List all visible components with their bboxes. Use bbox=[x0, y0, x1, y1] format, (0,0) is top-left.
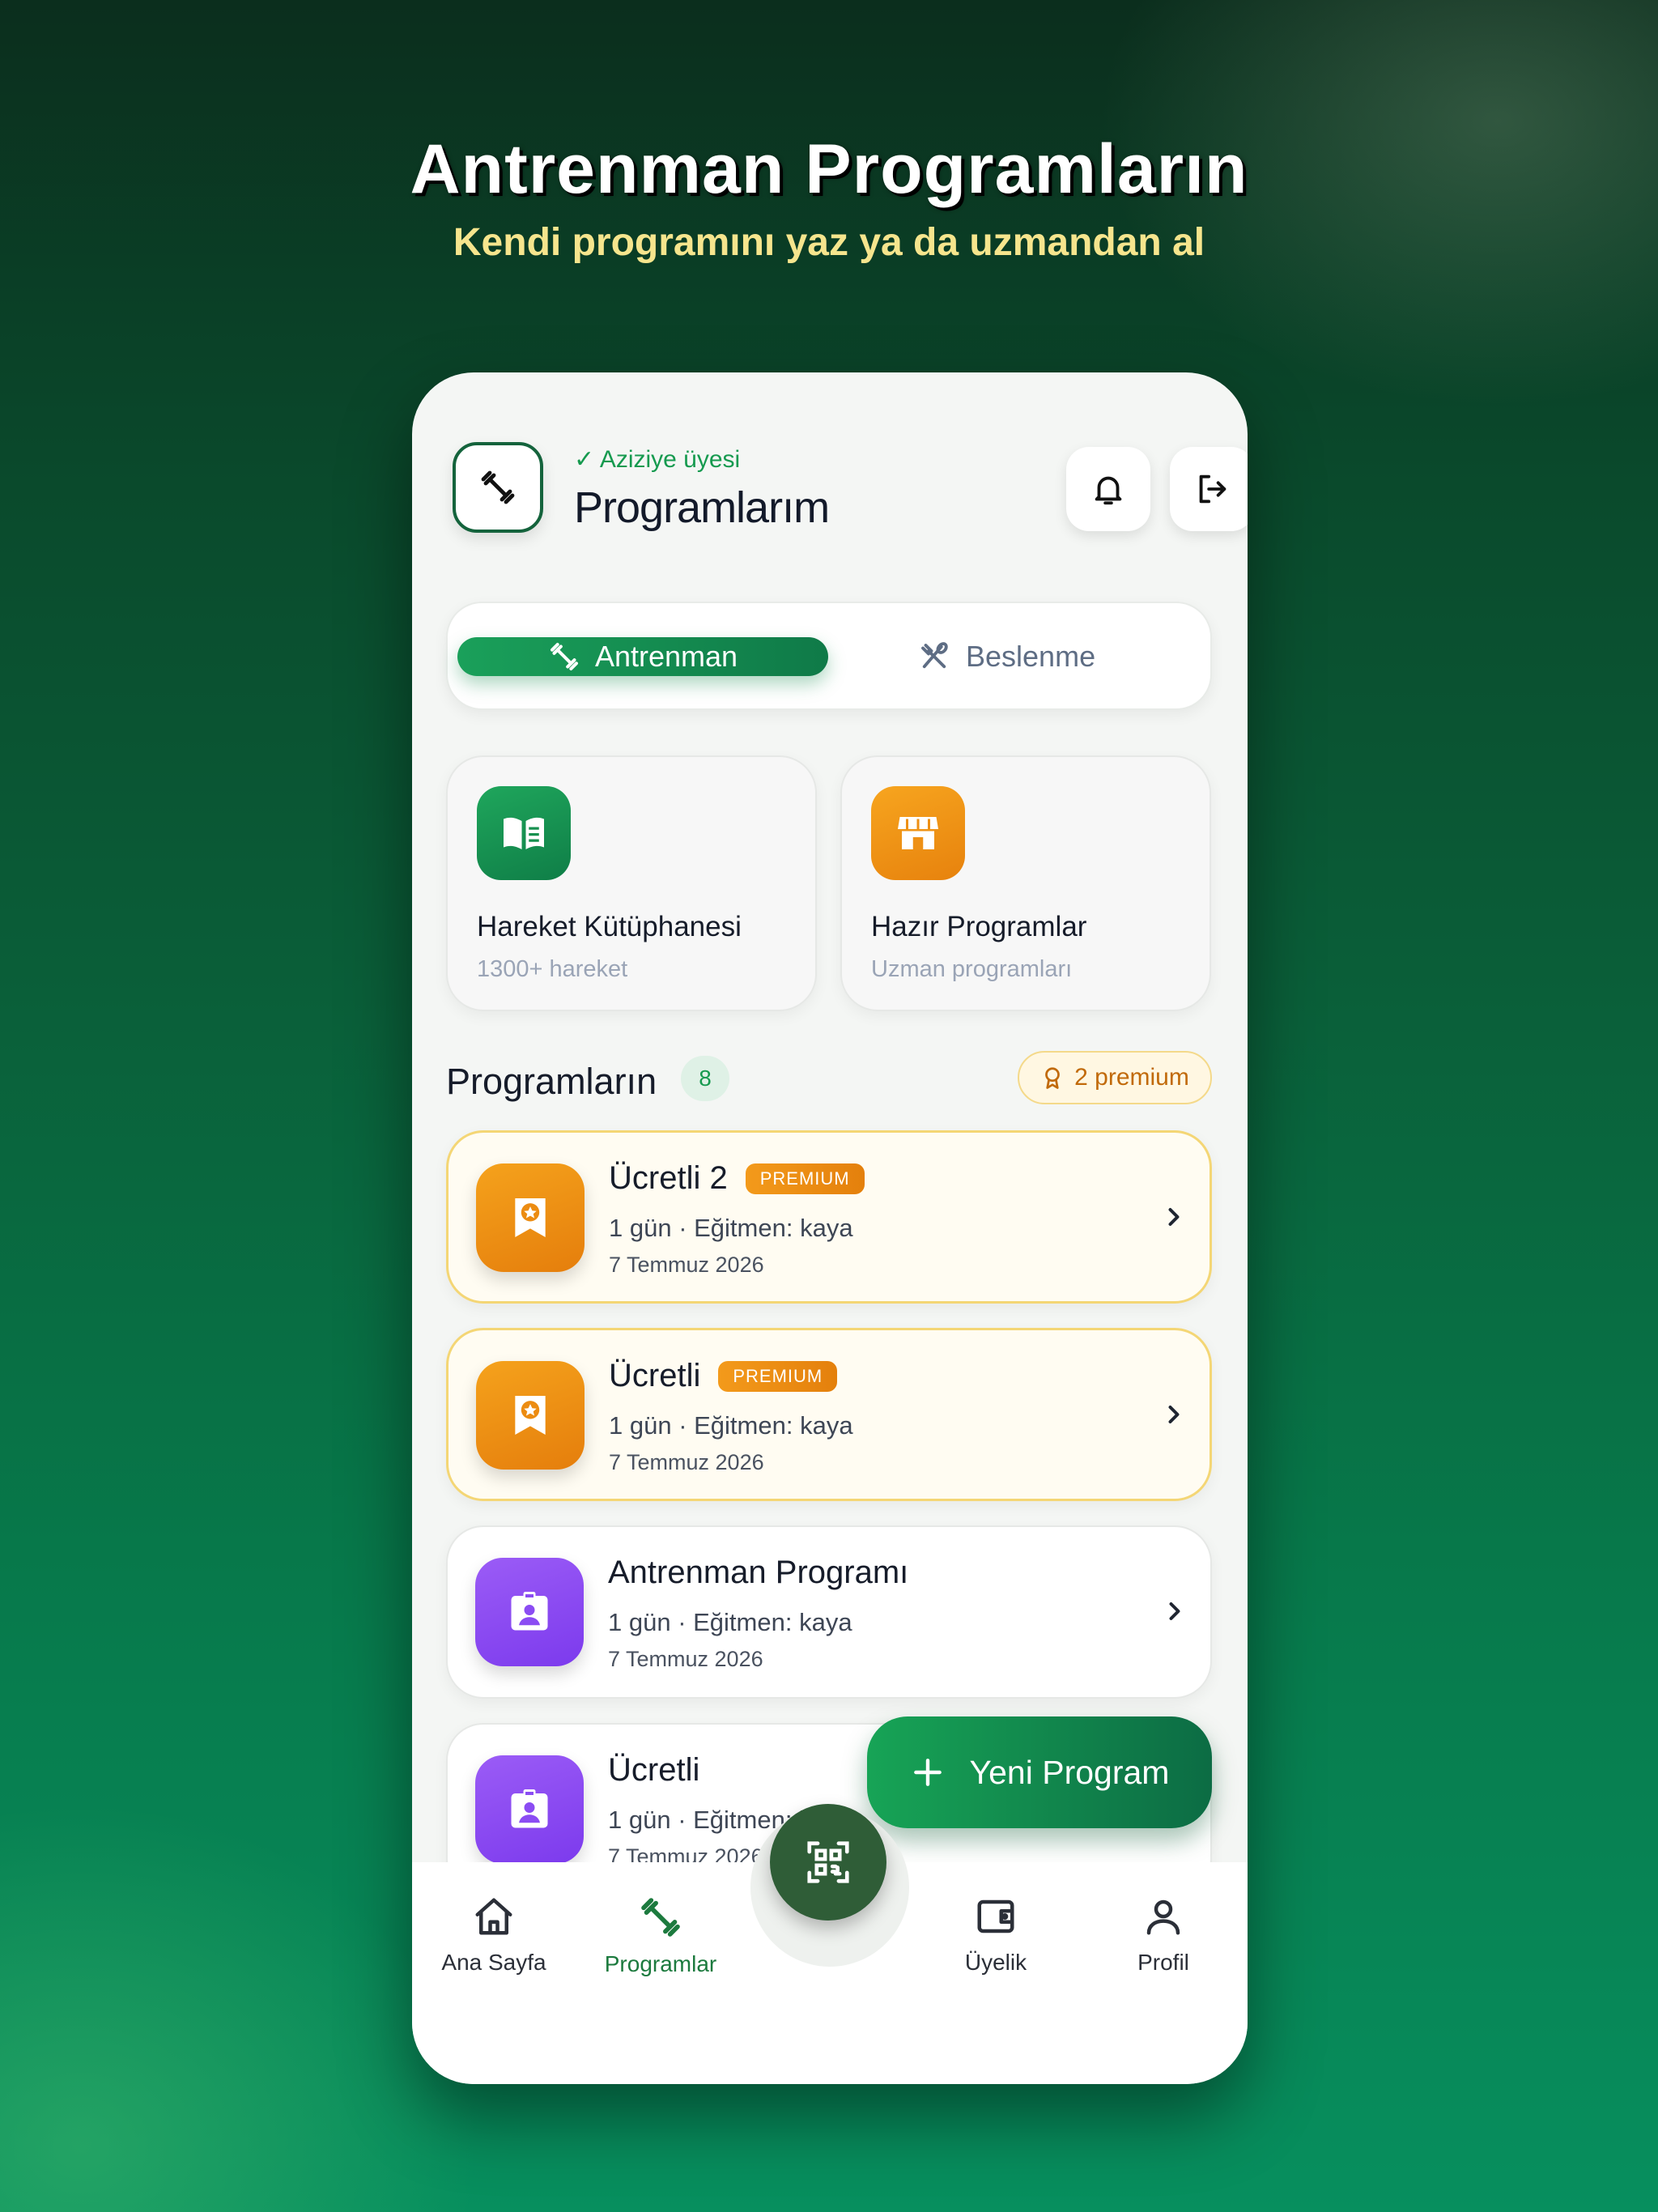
nav-label: Programlar bbox=[604, 1951, 717, 1976]
home-icon bbox=[475, 1898, 512, 1935]
app-logo bbox=[453, 442, 543, 533]
chevron-right-icon bbox=[1168, 1208, 1180, 1226]
tab-antrenman[interactable]: Antrenman bbox=[457, 637, 828, 676]
phone-screen: ✓ Aziziye üyesi Programlarım Antrenman B… bbox=[412, 372, 1248, 2084]
card-subtitle: 1300+ hareket bbox=[477, 956, 628, 982]
nav-label: Üyelik bbox=[964, 1950, 1027, 1975]
program-row[interactable]: Ücretli PREMIUM 1 gün · Eğitmen: kaya 7 … bbox=[446, 1328, 1212, 1501]
card-subtitle: Uzman programları bbox=[871, 956, 1073, 982]
program-meta: 1 gün · Eğitmen: kaya bbox=[608, 1608, 852, 1636]
program-title: Ücretli bbox=[608, 1752, 700, 1788]
nav-item-home[interactable]: Ana Sayfa bbox=[421, 1895, 567, 1976]
premium-chip-label: 2 premium bbox=[1074, 1064, 1189, 1091]
program-date: 7 Temmuz 2026 bbox=[609, 1253, 764, 1277]
award-icon bbox=[1045, 1067, 1061, 1089]
new-program-label: Yeni Program bbox=[969, 1753, 1170, 1791]
bell-icon bbox=[1095, 476, 1122, 505]
program-row[interactable]: Antrenman Programı 1 gün · Eğitmen: kaya… bbox=[446, 1525, 1212, 1699]
program-date: 7 Temmuz 2026 bbox=[609, 1450, 764, 1474]
nav-item-profile[interactable]: Profil bbox=[1090, 1895, 1236, 1976]
programs-section-title: Programların bbox=[446, 1061, 657, 1102]
program-title: Ücretli bbox=[609, 1358, 701, 1393]
program-row[interactable]: Ücretli 2 PREMIUM 1 gün · Eğitmen: kaya … bbox=[446, 1130, 1212, 1304]
new-program-button[interactable]: Yeni Program bbox=[867, 1716, 1212, 1828]
dumbbell-icon bbox=[550, 643, 578, 670]
program-title: Antrenman Programı bbox=[608, 1555, 909, 1590]
promo-headline: Antrenman Programların bbox=[410, 130, 1248, 208]
chevron-right-icon bbox=[1168, 1406, 1180, 1423]
qr-scan-button[interactable] bbox=[770, 1804, 886, 1921]
dumbbell-icon bbox=[481, 470, 515, 504]
premium-badge: PREMIUM bbox=[718, 1360, 838, 1392]
book-icon bbox=[477, 786, 571, 880]
logout-button[interactable] bbox=[1170, 447, 1248, 531]
promo-subheadline: Kendi programını yaz ya da uzmandan al bbox=[453, 221, 1205, 264]
nav-label: Profil bbox=[1137, 1950, 1189, 1975]
member-tag: ✓ Aziziye üyesi bbox=[574, 446, 741, 473]
tab-beslenme-label: Beslenme bbox=[966, 640, 1096, 673]
program-name: Ücretli bbox=[608, 1752, 699, 1789]
program-name: Ücretli 2 PREMIUM bbox=[609, 1160, 865, 1197]
logout-icon bbox=[1199, 474, 1226, 504]
premium-badge: PREMIUM bbox=[745, 1163, 865, 1194]
card-title: Hareket Kütüphanesi bbox=[477, 911, 742, 942]
nav-label: Ana Sayfa bbox=[441, 1950, 546, 1975]
wallet-icon bbox=[977, 1899, 1014, 1933]
program-title: Ücretli 2 bbox=[609, 1160, 728, 1196]
notifications-button[interactable] bbox=[1066, 447, 1150, 531]
card-title: Hazır Programlar bbox=[871, 911, 1087, 942]
tab-beslenme[interactable]: Beslenme bbox=[917, 637, 1160, 676]
nav-item-membership[interactable]: Üyelik bbox=[923, 1895, 1069, 1976]
award-icon bbox=[476, 1361, 585, 1470]
chevron-right-icon bbox=[1169, 1602, 1180, 1620]
dumbbell-icon bbox=[641, 1898, 680, 1937]
program-meta: 1 gün · Eğitmen: kaya bbox=[609, 1411, 853, 1440]
store-icon bbox=[871, 786, 965, 880]
ready-programs-card[interactable]: Hazır Programlar Uzman programları bbox=[840, 755, 1211, 1011]
training-nutrition-toggle: Antrenman Beslenme bbox=[446, 602, 1212, 710]
nav-item-programs[interactable]: Programlar bbox=[588, 1895, 733, 1977]
plus-icon bbox=[913, 1759, 942, 1786]
program-meta: 1 gün · Eğitmen: kaya bbox=[609, 1214, 853, 1242]
tab-antrenman-label: Antrenman bbox=[594, 640, 738, 673]
app-header: ✓ Aziziye üyesi Programlarım bbox=[453, 442, 1248, 539]
qr-scan-icon bbox=[807, 1841, 849, 1883]
exercise-library-card[interactable]: Hareket Kütüphanesi 1300+ hareket bbox=[446, 755, 817, 1011]
program-date: 7 Temmuz 2026 bbox=[608, 1647, 763, 1671]
award-icon bbox=[476, 1163, 585, 1272]
program-name: Antrenman Programı bbox=[608, 1555, 908, 1591]
id-badge-icon bbox=[475, 1558, 584, 1666]
program-name: Ücretli PREMIUM bbox=[609, 1358, 838, 1394]
user-icon bbox=[1146, 1899, 1180, 1935]
premium-count-chip[interactable]: 2 premium bbox=[1018, 1051, 1212, 1104]
page-title: Programlarım bbox=[574, 483, 830, 532]
id-badge-icon bbox=[475, 1755, 584, 1864]
programs-count-badge: 8 bbox=[681, 1056, 729, 1101]
utensils-icon bbox=[921, 642, 948, 669]
